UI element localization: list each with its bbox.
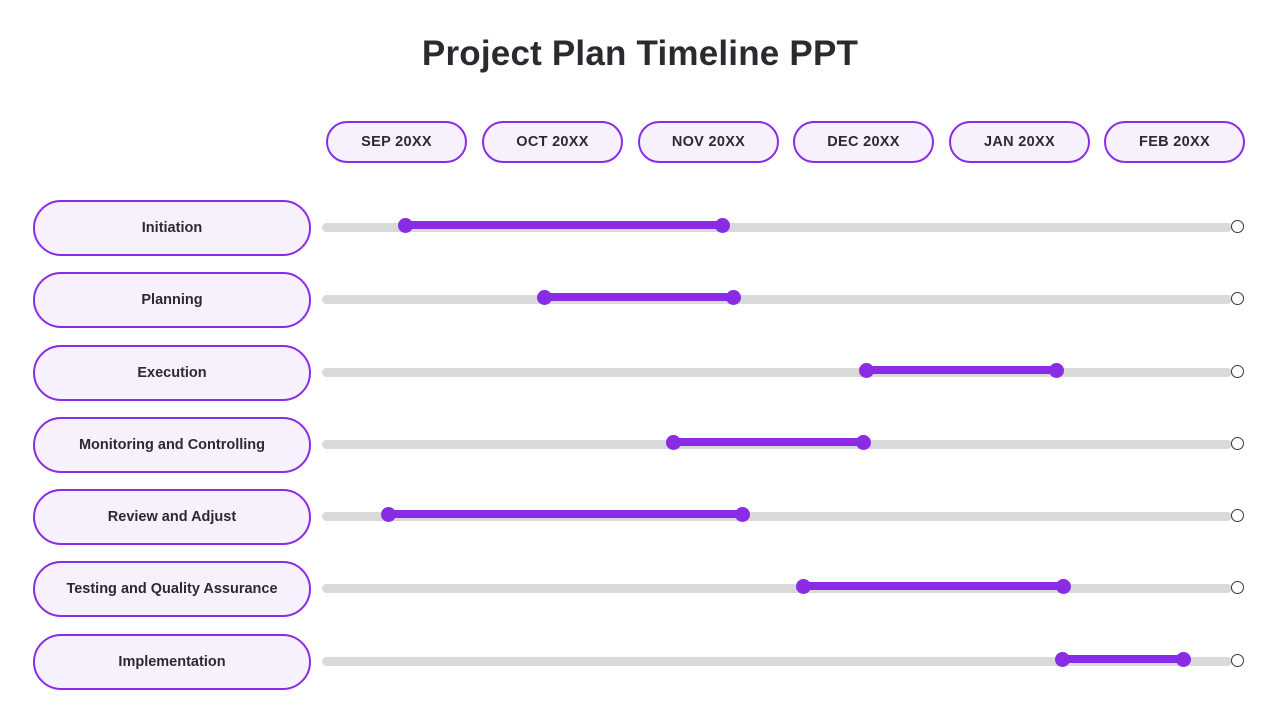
timeline-row: Monitoring and Controlling xyxy=(0,417,1280,473)
task-bar-start-dot[interactable] xyxy=(536,290,552,305)
task-label-pill-execution[interactable]: Execution xyxy=(33,345,311,401)
task-label-pill-planning[interactable]: Planning xyxy=(33,272,311,328)
timeline-end-circle-icon xyxy=(1231,509,1244,522)
task-bar-end-dot[interactable] xyxy=(725,290,741,305)
timeline-end-circle-icon xyxy=(1231,654,1244,667)
task-bar-start-dot[interactable] xyxy=(1054,652,1070,667)
task-label: Monitoring and Controlling xyxy=(78,436,266,453)
task-label-pill-initiation[interactable]: Initiation xyxy=(33,200,311,256)
timeline-track xyxy=(322,584,1232,593)
month-pill-sep[interactable]: SEP 20XX xyxy=(326,121,467,163)
task-label-pill-implementation[interactable]: Implementation xyxy=(33,634,311,690)
task-bar[interactable] xyxy=(673,438,863,446)
task-bar-end-dot[interactable] xyxy=(855,435,871,450)
task-label: Execution xyxy=(137,364,207,381)
month-pill-label: DEC 20XX xyxy=(827,134,900,150)
task-label-pill-review-and-adjust[interactable]: Review and Adjust xyxy=(33,489,311,545)
timeline-track xyxy=(322,295,1232,304)
task-bar-start-dot[interactable] xyxy=(397,218,413,233)
task-bar-end-dot[interactable] xyxy=(1048,363,1064,378)
task-label: Review and Adjust xyxy=(107,508,237,525)
task-label: Planning xyxy=(141,291,203,308)
month-pill-jan[interactable]: JAN 20XX xyxy=(949,121,1090,163)
timeline-end-circle-icon xyxy=(1231,292,1244,305)
month-header-row: SEP 20XX OCT 20XX NOV 20XX DEC 20XX JAN … xyxy=(322,121,1252,165)
timeline-end-circle-icon xyxy=(1231,365,1244,378)
month-pill-dec[interactable]: DEC 20XX xyxy=(793,121,934,163)
timeline-end-circle-icon xyxy=(1231,581,1244,594)
task-bar[interactable] xyxy=(866,366,1056,374)
task-bar[interactable] xyxy=(544,293,733,301)
task-label-pill-monitoring-and-controlling[interactable]: Monitoring and Controlling xyxy=(33,417,311,473)
timeline-row: Review and Adjust xyxy=(0,489,1280,545)
task-bar[interactable] xyxy=(1062,655,1183,663)
timeline-row: Implementation xyxy=(0,634,1280,690)
timeline-end-circle-icon xyxy=(1231,220,1244,233)
month-pill-label: JAN 20XX xyxy=(984,134,1055,150)
task-bar[interactable] xyxy=(803,582,1063,590)
task-bar-end-dot[interactable] xyxy=(1175,652,1191,667)
timeline-row: Planning xyxy=(0,272,1280,328)
task-bar-end-dot[interactable] xyxy=(714,218,730,233)
month-pill-nov[interactable]: NOV 20XX xyxy=(638,121,779,163)
task-bar[interactable] xyxy=(405,221,722,229)
month-pill-feb[interactable]: FEB 20XX xyxy=(1104,121,1245,163)
timeline-row: Initiation xyxy=(0,200,1280,256)
timeline-end-circle-icon xyxy=(1231,437,1244,450)
task-bar-start-dot[interactable] xyxy=(380,507,396,522)
task-label: Initiation xyxy=(141,219,203,236)
month-pill-label: FEB 20XX xyxy=(1139,134,1210,150)
month-pill-label: SEP 20XX xyxy=(361,134,432,150)
month-pill-oct[interactable]: OCT 20XX xyxy=(482,121,623,163)
task-label-pill-testing-and-quality-assurance[interactable]: Testing and Quality Assurance xyxy=(33,561,311,617)
timeline-track xyxy=(322,368,1232,377)
page-title: Project Plan Timeline PPT xyxy=(421,34,859,73)
timeline-row: Execution xyxy=(0,345,1280,401)
task-bar-start-dot[interactable] xyxy=(795,579,811,594)
task-bar-end-dot[interactable] xyxy=(734,507,750,522)
timeline-slide: Project Plan Timeline PPT SEP 20XX OCT 2… xyxy=(0,0,1280,720)
timeline-row: Testing and Quality Assurance xyxy=(0,561,1280,617)
task-label: Testing and Quality Assurance xyxy=(66,580,278,597)
task-bar-end-dot[interactable] xyxy=(1055,579,1071,594)
month-pill-label: NOV 20XX xyxy=(671,134,746,150)
month-pill-label: OCT 20XX xyxy=(516,134,589,150)
task-bar[interactable] xyxy=(388,510,742,518)
task-bar-start-dot[interactable] xyxy=(665,435,681,450)
task-bar-start-dot[interactable] xyxy=(858,363,874,378)
task-label: Implementation xyxy=(118,653,226,670)
